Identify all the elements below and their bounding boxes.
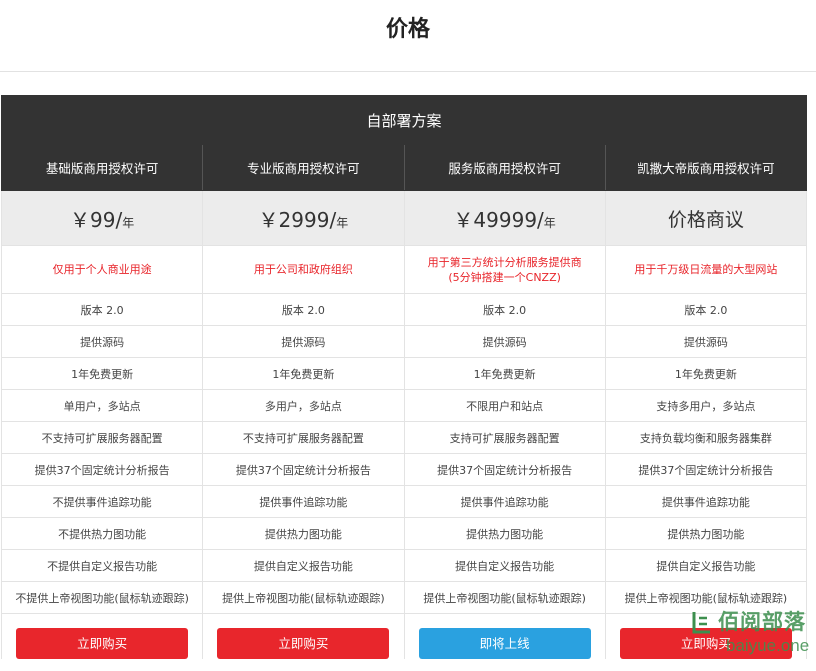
feature-cell: 提供热力图功能 bbox=[604, 517, 808, 550]
plans-heading-row: 自部署方案 bbox=[1, 95, 807, 145]
feature-cell: 不提供上帝视图功能(鼠标轨迹跟踪) bbox=[0, 581, 204, 614]
usage-line-2: (5分钟搭建一个CNZZ) bbox=[448, 270, 561, 284]
usage-basic: 仅用于个人商业用途 bbox=[0, 245, 204, 294]
feature-row: 不支持可扩展服务器配置 不支持可扩展服务器配置 支持可扩展服务器配置 支持负载均衡和服… bbox=[0, 421, 808, 454]
feature-cell: 提供源码 bbox=[403, 325, 606, 358]
feature-cell: 提供源码 bbox=[604, 325, 808, 358]
price-value: ￥49999/ bbox=[453, 207, 544, 232]
price-unit: 年 bbox=[543, 215, 556, 230]
feature-cell: 版本 2.0 bbox=[604, 293, 808, 326]
feature-cell: 提供上帝视图功能(鼠标轨迹跟踪) bbox=[403, 581, 606, 614]
buy-button-caesar[interactable]: 立即购买 bbox=[619, 627, 792, 659]
feature-cell: 不提供事件追踪功能 bbox=[0, 485, 204, 518]
feature-cell: 提供37个固定统计分析报告 bbox=[202, 453, 405, 486]
price-unit: 年 bbox=[336, 215, 349, 230]
feature-rows: 版本 2.0 版本 2.0 版本 2.0 版本 2.0 提供源码 提供源码 提供源码 提供源码… bbox=[0, 293, 808, 614]
feature-cell: 1年免费更新 bbox=[403, 357, 606, 390]
price-value: ￥99/ bbox=[70, 207, 123, 232]
feature-row: 单用户，多站点 多用户，多站点 不限用户和站点 支持多用户，多站点 bbox=[0, 389, 808, 422]
price-value: 价格商议 bbox=[667, 208, 744, 231]
feature-cell: 不支持可扩展服务器配置 bbox=[202, 421, 405, 454]
feature-row: 不提供上帝视图功能(鼠标轨迹跟踪) 提供上帝视图功能(鼠标轨迹跟踪) 提供上帝视图功… bbox=[0, 581, 808, 614]
feature-cell: 提供37个固定统计分析报告 bbox=[403, 453, 606, 486]
usage-pro: 用于公司和政府组织 bbox=[202, 245, 405, 294]
feature-cell: 版本 2.0 bbox=[403, 293, 606, 326]
title-divider bbox=[0, 71, 816, 72]
plans-heading: 自部署方案 bbox=[1, 95, 807, 145]
feature-cell: 提供37个固定统计分析报告 bbox=[0, 453, 204, 486]
price-caesar: 价格商议 bbox=[604, 190, 808, 246]
feature-row: 1年免费更新 1年免费更新 1年免费更新 1年免费更新 bbox=[0, 357, 808, 390]
feature-cell: 支持负载均衡和服务器集群 bbox=[604, 421, 808, 454]
feature-cell: 1年免费更新 bbox=[0, 357, 204, 390]
feature-cell: 提供上帝视图功能(鼠标轨迹跟踪) bbox=[202, 581, 405, 614]
feature-cell: 支持多用户，多站点 bbox=[604, 389, 808, 422]
feature-cell: 提供自定义报告功能 bbox=[604, 549, 808, 582]
feature-cell: 不限用户和站点 bbox=[403, 389, 606, 422]
feature-cell: 版本 2.0 bbox=[0, 293, 204, 326]
buy-button-basic[interactable]: 立即购买 bbox=[16, 627, 189, 659]
feature-cell: 提供37个固定统计分析报告 bbox=[604, 453, 808, 486]
price-row: ￥99/年 ￥2999/年 ￥49999/年 价格商议 bbox=[0, 190, 808, 246]
action-row: 立即购买 立即购买 即将上线 立即购买 bbox=[0, 613, 808, 659]
feature-cell: 1年免费更新 bbox=[604, 357, 808, 390]
feature-row: 提供37个固定统计分析报告 提供37个固定统计分析报告 提供37个固定统计分析报告提… bbox=[0, 453, 808, 486]
price-basic: ￥99/年 bbox=[0, 190, 204, 246]
feature-cell: 1年免费更新 bbox=[202, 357, 405, 390]
feature-cell: 提供自定义报告功能 bbox=[202, 549, 405, 582]
feature-cell: 不提供自定义报告功能 bbox=[0, 549, 204, 582]
feature-cell: 提供事件追踪功能 bbox=[202, 485, 405, 518]
buy-button-pro[interactable]: 立即购买 bbox=[217, 627, 390, 659]
feature-cell: 提供热力图功能 bbox=[403, 517, 606, 550]
plan-name-caesar: 凯撒大帝版商用授权许可 bbox=[604, 144, 808, 191]
usage-caesar: 用于千万级日流量的大型网站 bbox=[604, 245, 808, 294]
plan-names-row: 基础版商用授权许可 专业版商用授权许可 服务版商用授权许可 凯撒大帝版商用授权许… bbox=[0, 144, 808, 191]
plan-name-pro: 专业版商用授权许可 bbox=[202, 144, 405, 191]
feature-cell: 提供事件追踪功能 bbox=[604, 485, 808, 518]
price-value: ￥2999/ bbox=[258, 207, 337, 232]
page-title: 价格 bbox=[385, 17, 430, 42]
feature-cell: 提供自定义报告功能 bbox=[403, 549, 606, 582]
feature-cell: 提供事件追踪功能 bbox=[403, 485, 606, 518]
feature-row: 版本 2.0 版本 2.0 版本 2.0 版本 2.0 bbox=[0, 293, 808, 326]
feature-cell: 提供上帝视图功能(鼠标轨迹跟踪) bbox=[604, 581, 808, 614]
plan-name-service: 服务版商用授权许可 bbox=[403, 144, 606, 191]
feature-row: 提供源码 提供源码 提供源码 提供源码 bbox=[0, 325, 808, 358]
feature-row: 不提供热力图功能 提供热力图功能 提供热力图功能 提供热力图功能 bbox=[0, 517, 808, 550]
usage-row: 仅用于个人商业用途 用于公司和政府组织 用于第三方统计分析服务提供商 (5分钟搭建… bbox=[0, 245, 808, 294]
coming-soon-button-service[interactable]: 即将上线 bbox=[418, 627, 591, 659]
feature-cell: 提供源码 bbox=[0, 325, 204, 358]
usage-service: 用于第三方统计分析服务提供商 (5分钟搭建一个CNZZ) bbox=[403, 245, 606, 294]
price-unit: 年 bbox=[122, 215, 135, 230]
feature-cell: 多用户，多站点 bbox=[202, 389, 405, 422]
plan-name-basic: 基础版商用授权许可 bbox=[0, 144, 204, 191]
feature-cell: 版本 2.0 bbox=[202, 293, 405, 326]
feature-cell: 支持可扩展服务器配置 bbox=[403, 421, 606, 454]
feature-row: 不提供自定义报告功能 提供自定义报告功能 提供自定义报告功能 提供自定义报告功能 bbox=[0, 549, 808, 582]
feature-cell: 单用户，多站点 bbox=[0, 389, 204, 422]
price-service: ￥49999/年 bbox=[403, 190, 606, 246]
feature-row: 不提供事件追踪功能 提供事件追踪功能 提供事件追踪功能 提供事件追踪功能 bbox=[0, 485, 808, 518]
pricing-table: 自部署方案 基础版商用授权许可 专业版商用授权许可 服务版商用授权许可 凯撒大帝… bbox=[0, 95, 808, 659]
feature-cell: 不支持可扩展服务器配置 bbox=[0, 421, 204, 454]
price-pro: ￥2999/年 bbox=[202, 190, 405, 246]
usage-line-1: 用于第三方统计分析服务提供商 bbox=[427, 255, 582, 269]
feature-cell: 提供热力图功能 bbox=[202, 517, 405, 550]
feature-cell: 提供源码 bbox=[202, 325, 405, 358]
feature-cell: 不提供热力图功能 bbox=[0, 517, 204, 550]
